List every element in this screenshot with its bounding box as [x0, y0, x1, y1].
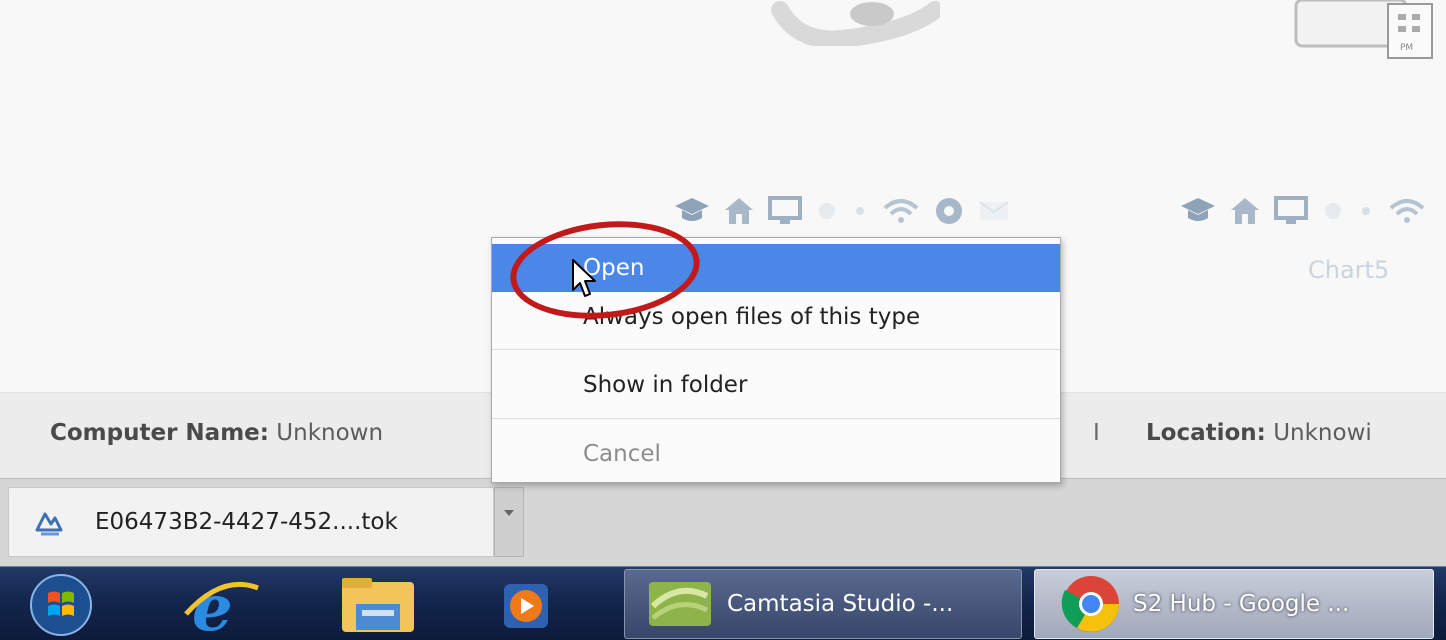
taskbar-task-camtasia[interactable]: Camtasia Studio -...	[624, 569, 1022, 639]
dot-icon	[1362, 207, 1370, 215]
document-tile-icon: PM	[1294, 0, 1433, 59]
location-value: Unknowi	[1273, 420, 1372, 446]
record-icon	[936, 198, 962, 224]
envelope-icon	[979, 201, 1009, 220]
location-label: Location:	[1146, 420, 1266, 446]
windows-taskbar: e Camtasia Studio -... S2 Hub - Google .…	[0, 566, 1446, 640]
menu-item-cancel: Cancel	[492, 419, 1060, 481]
dot-icon	[819, 203, 835, 219]
status-icon-row-1	[674, 196, 1010, 226]
dot-icon	[1325, 203, 1341, 219]
download-file-name: E06473B2-4427-452....tok	[95, 509, 398, 535]
wifi-icon	[883, 199, 919, 223]
wifi-icon	[1389, 199, 1425, 223]
internet-explorer-icon[interactable]: e	[182, 574, 262, 636]
svg-text:PM: PM	[1400, 43, 1413, 53]
monitor-icon	[768, 196, 802, 224]
status-icon-row-2	[1180, 196, 1426, 226]
task-label: S2 Hub - Google ...	[1133, 591, 1350, 617]
menu-item-label: Always open files of this type	[583, 304, 921, 330]
computer-name-info: Computer Name: Unknown	[50, 420, 383, 446]
chart-label: Chart5	[1308, 256, 1390, 284]
download-file-icon	[35, 512, 63, 536]
chrome-icon	[1061, 576, 1119, 632]
download-item[interactable]: E06473B2-4427-452....tok	[8, 487, 494, 557]
info-separator: I	[1093, 420, 1100, 446]
download-context-menu: Open Always open files of this type Show…	[491, 237, 1061, 483]
location-info: Location: Unknowi	[1146, 420, 1372, 446]
blurred-logo-graphic	[771, 1, 940, 46]
download-dropdown-button[interactable]	[494, 487, 524, 557]
menu-item-always-open[interactable]: Always open files of this type	[492, 292, 1060, 350]
download-bar: E06473B2-4427-452....tok	[0, 478, 1446, 566]
computer-name-value: Unknown	[276, 420, 384, 446]
graduation-cap-icon	[1181, 198, 1215, 221]
menu-item-label: Cancel	[583, 441, 661, 467]
monitor-icon	[1274, 196, 1308, 224]
home-icon	[1231, 198, 1259, 224]
graduation-cap-icon	[675, 198, 709, 221]
menu-item-open[interactable]: Open	[492, 244, 1060, 292]
computer-name-label: Computer Name:	[50, 420, 269, 446]
menu-item-show-in-folder[interactable]: Show in folder	[492, 350, 1060, 418]
chevron-down-icon	[504, 510, 514, 516]
file-explorer-icon[interactable]	[338, 574, 418, 636]
camtasia-icon	[649, 582, 711, 626]
home-icon	[725, 198, 753, 224]
menu-item-label: Open	[583, 255, 645, 281]
task-label: Camtasia Studio -...	[727, 591, 954, 617]
taskbar-task-chrome[interactable]: S2 Hub - Google ...	[1034, 569, 1434, 639]
media-player-icon[interactable]	[498, 574, 578, 636]
start-orb-icon[interactable]	[20, 573, 102, 637]
dot-icon	[856, 207, 864, 215]
menu-item-label: Show in folder	[583, 372, 748, 398]
